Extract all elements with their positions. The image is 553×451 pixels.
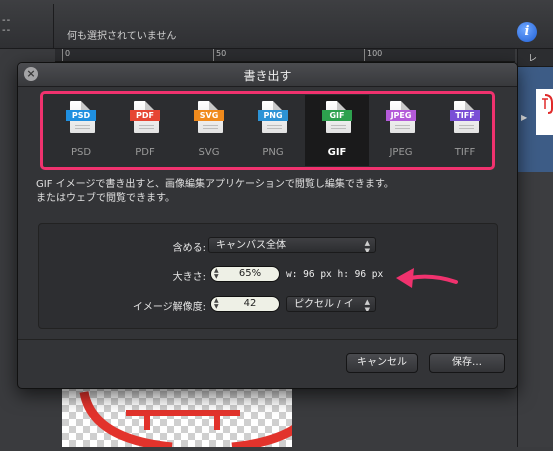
size-value: 65% — [238, 268, 262, 279]
toolbar-divider — [53, 4, 54, 48]
app-toolbar: -- -- 何も選択されていません i — [0, 0, 553, 49]
layer-row[interactable]: ▶ — [518, 67, 553, 172]
ruler-tick — [364, 49, 365, 61]
layers-panel-header: レ — [518, 49, 553, 67]
format-jpeg[interactable]: JPEG JPEG — [369, 95, 433, 166]
size-readout: w: 96 px h: 96 px — [286, 269, 384, 280]
layers-panel: レ ▶ — [517, 49, 553, 447]
selection-status: 何も選択されていません — [67, 31, 177, 42]
ruler-label: 50 — [216, 49, 227, 58]
ruler-tick — [213, 49, 214, 61]
format-label: TIFF — [454, 147, 476, 158]
ruler-tick — [62, 49, 63, 61]
stepper-arrows-icon[interactable]: ▲ ▼ — [214, 268, 219, 280]
file-icon-badge: PSD — [66, 110, 96, 121]
format-selector: PSD PSD PDF PDF SVG SVG PNG PNG GIF GIF … — [40, 91, 495, 170]
psd-file-icon: PSD — [66, 101, 96, 133]
format-label: PSD — [70, 147, 92, 158]
resolution-label: イメージ解像度: — [132, 302, 206, 313]
dialog-titlebar: × 書き出す — [18, 63, 517, 87]
disclosure-triangle-icon[interactable]: ▶ — [521, 113, 527, 122]
format-label: JPEG — [389, 147, 413, 158]
ruler-label: 0 — [65, 49, 71, 58]
format-pdf[interactable]: PDF PDF — [113, 95, 177, 166]
size-stepper[interactable]: ▲ ▼ 65% — [210, 266, 280, 282]
pdf-file-icon: PDF — [130, 101, 160, 133]
layers-panel-title: レ — [528, 54, 538, 64]
tiff-file-icon: TIFF — [450, 101, 480, 133]
resolution-unit: ピクセル / イ — [294, 299, 354, 310]
info-icon[interactable]: i — [517, 22, 537, 42]
file-icon-badge: SVG — [194, 110, 224, 121]
file-icon-badge: JPEG — [386, 110, 416, 121]
size-label: 大きさ: — [172, 272, 206, 283]
toolbar-dashes: -- -- — [2, 15, 12, 36]
description-line: GIF イメージで書き出すと、画像編集アプリケーションで閲覧し編集できます。 — [36, 179, 394, 190]
format-description: GIF イメージで書き出すと、画像編集アプリケーションで閲覧し編集できます。 ま… — [36, 178, 506, 206]
format-psd[interactable]: PSD PSD — [49, 95, 113, 166]
dialog-title: 書き出す — [243, 69, 292, 83]
description-line: またはウェブで閲覧できます。 — [36, 193, 175, 204]
format-tiff[interactable]: TIFF TIFF — [433, 95, 497, 166]
cancel-button[interactable]: キャンセル — [346, 353, 418, 373]
stepper-arrows-icon[interactable]: ▲ ▼ — [214, 298, 219, 310]
svg-file-icon: SVG — [194, 101, 224, 133]
gif-file-icon: GIF — [322, 101, 352, 133]
annotation-arrow-icon — [396, 268, 458, 288]
ruler-label: 100 — [367, 49, 383, 58]
popup-arrows-icon: ▲ ▼ — [364, 298, 370, 312]
format-svg[interactable]: SVG SVG — [177, 95, 241, 166]
format-label: GIF — [327, 147, 347, 158]
file-icon-badge: PNG — [258, 110, 288, 121]
include-value: キャンバス全体 — [216, 240, 286, 251]
include-label: 含める: — [172, 243, 206, 254]
format-gif[interactable]: GIF GIF — [305, 95, 369, 166]
jpeg-file-icon: JPEG — [386, 101, 416, 133]
resolution-unit-popup[interactable]: ピクセル / イ ▲ ▼ — [286, 296, 376, 312]
include-popup[interactable]: キャンバス全体 ▲ ▼ — [208, 237, 376, 253]
resolution-stepper[interactable]: ▲ ▼ 42 — [210, 296, 280, 312]
file-icon-badge: PDF — [130, 110, 160, 121]
format-label: PDF — [135, 147, 155, 158]
format-label: SVG — [198, 147, 220, 158]
format-png[interactable]: PNG PNG — [241, 95, 305, 166]
canvas-area[interactable] — [62, 384, 325, 451]
save-button[interactable]: 保存… — [429, 353, 505, 373]
layer-thumbnail — [536, 89, 553, 135]
format-label: PNG — [262, 147, 284, 158]
horizontal-ruler: 0 50 100 — [55, 49, 515, 62]
export-dialog: × 書き出す PSD PSD PDF PDF SVG SVG PNG PNG G… — [17, 62, 518, 389]
file-icon-badge: TIFF — [450, 110, 480, 121]
canvas-pasteboard — [292, 384, 516, 447]
stamp-artwork — [79, 391, 325, 451]
resolution-value: 42 — [243, 298, 257, 309]
png-file-icon: PNG — [258, 101, 288, 133]
popup-arrows-icon: ▲ ▼ — [364, 239, 370, 253]
dialog-footer-divider — [18, 339, 517, 340]
file-icon-badge: GIF — [322, 110, 352, 121]
